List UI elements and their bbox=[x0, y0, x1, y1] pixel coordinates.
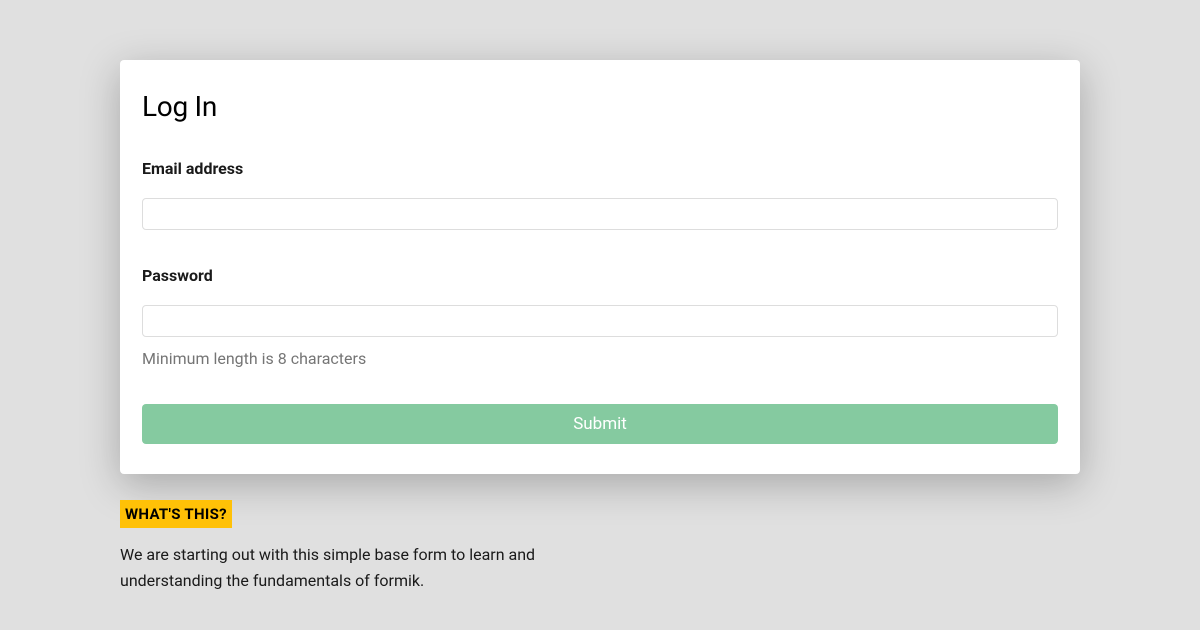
info-section: WHAT'S THIS? We are starting out with th… bbox=[120, 500, 1080, 595]
submit-button[interactable]: Submit bbox=[142, 404, 1058, 444]
password-label: Password bbox=[142, 266, 1058, 285]
page-title: Log In bbox=[142, 90, 1058, 123]
email-label: Email address bbox=[142, 159, 1058, 178]
info-description: We are starting out with this simple bas… bbox=[120, 542, 560, 595]
login-card: Log In Email address Password Minimum le… bbox=[120, 60, 1080, 474]
email-field[interactable] bbox=[142, 198, 1058, 230]
password-help-text: Minimum length is 8 characters bbox=[142, 349, 1058, 368]
password-field[interactable] bbox=[142, 305, 1058, 337]
info-badge: WHAT'S THIS? bbox=[120, 500, 232, 528]
password-group: Password Minimum length is 8 characters bbox=[142, 266, 1058, 368]
email-group: Email address bbox=[142, 159, 1058, 230]
